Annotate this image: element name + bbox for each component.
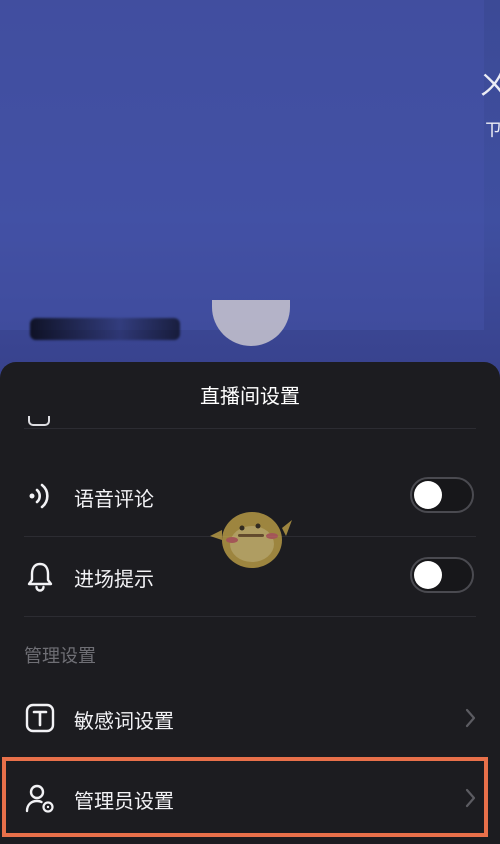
setting-label: 语音评论: [74, 487, 154, 511]
video-overlay: [0, 0, 484, 330]
menu-item-sensitive-words[interactable]: 敏感词设置: [0, 678, 500, 758]
toggle-knob: [414, 561, 442, 589]
bell-icon: [27, 562, 53, 592]
text-t-icon: [25, 703, 55, 733]
blurred-streamer-name: [30, 318, 180, 340]
watermark-mascot-icon: [210, 512, 292, 568]
chevron-right-icon: [465, 708, 476, 728]
divider: [24, 616, 476, 617]
voice-comment-toggle[interactable]: [410, 477, 474, 513]
background-decoration: ㄗ: [484, 120, 500, 141]
sheet-title: 直播间设置: [200, 384, 300, 408]
setting-label: 进场提示: [74, 567, 154, 591]
toggle-knob: [414, 481, 442, 509]
partial-item-icon: [28, 416, 50, 426]
voice-comment-icon: [29, 483, 49, 509]
menu-item-label: 敏感词设置: [74, 709, 174, 733]
highlight-box: [2, 757, 488, 837]
background-decoration: ㄨ: [478, 68, 500, 103]
entrance-notice-toggle[interactable]: [410, 557, 474, 593]
divider: [24, 428, 476, 429]
section-label-management: 管理设置: [24, 646, 96, 667]
